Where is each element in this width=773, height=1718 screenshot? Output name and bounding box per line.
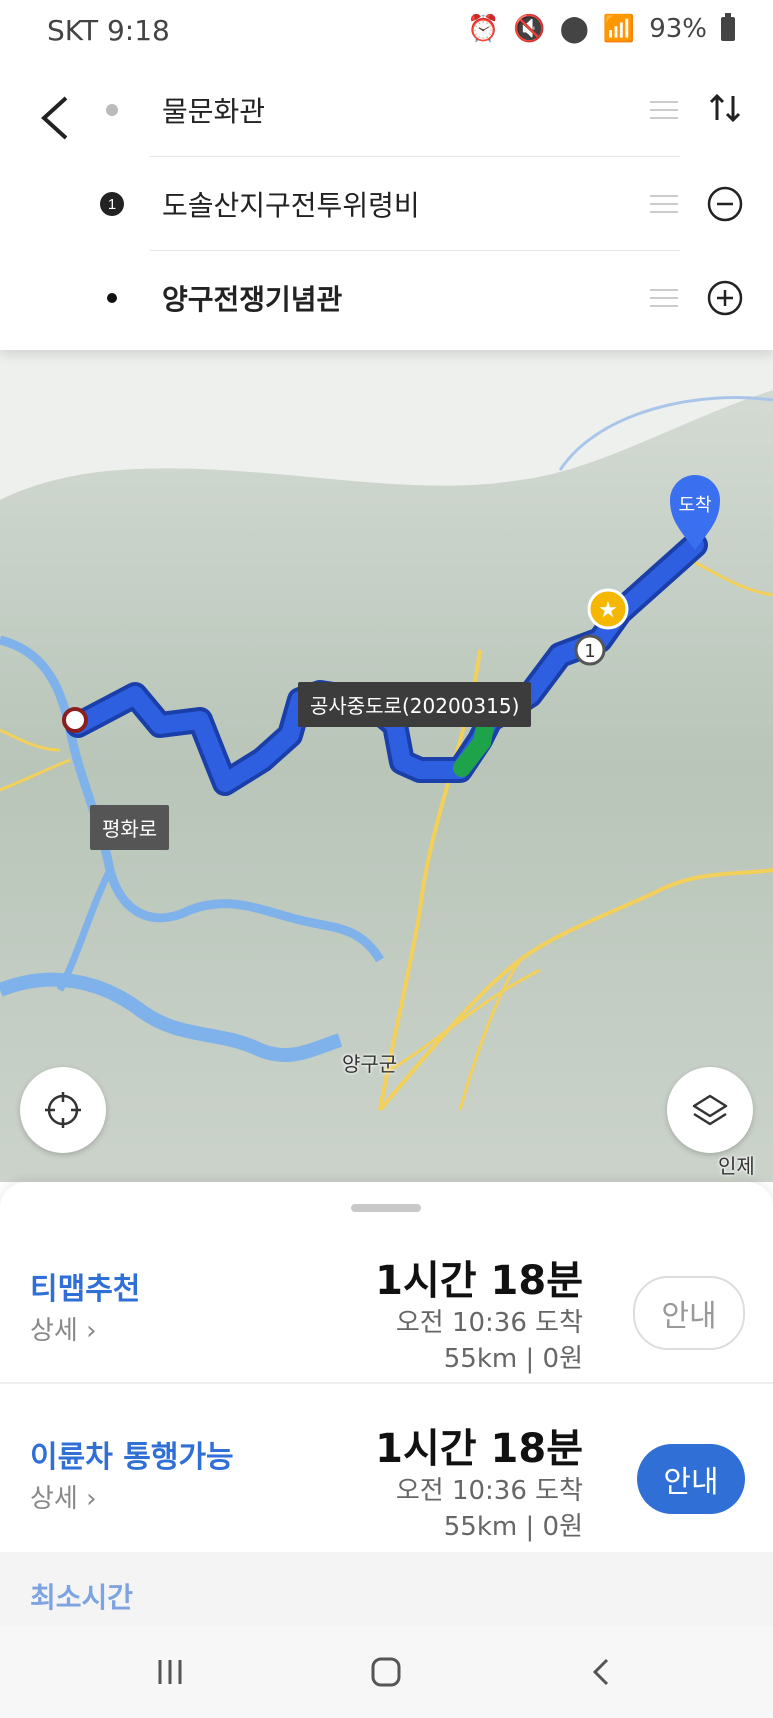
construction-tag: 공사중도로(20200315)	[298, 682, 532, 727]
destination-dot-icon	[107, 293, 117, 303]
waypoint-row[interactable]: 1 도솔산지구전투위령비	[100, 158, 690, 250]
route-option-tmap[interactable]: 티맵추천 상세 › 1시간 18분 오전 10:36 도착 55km | 0원 …	[0, 1242, 773, 1382]
status-time: SKT 9:18	[47, 14, 170, 47]
guide-button[interactable]: 안내	[633, 1276, 745, 1350]
option-name: 티맵추천	[30, 1272, 141, 1307]
crosshair-icon	[45, 1092, 81, 1128]
plus-circle-icon	[707, 280, 743, 316]
mute-icon: 🔇	[513, 14, 546, 44]
option-distance-toll: 55km | 0원	[443, 1344, 583, 1374]
route-editor: 물문화관 1 도솔산지구전투위령비 양구전쟁기념관	[0, 64, 773, 350]
alarm-icon: ⏰	[466, 14, 500, 44]
map-layers-button[interactable]	[667, 1067, 753, 1153]
origin-label: 물문화관	[162, 95, 266, 128]
option-duration: 1시간 18분	[375, 1426, 583, 1472]
waypoint-marker-number: 1	[584, 641, 595, 662]
svg-text:★: ★	[598, 598, 618, 623]
minus-circle-icon	[707, 186, 743, 222]
battery-icon	[721, 13, 735, 41]
option-eta: 오전 10:36 도착	[395, 1476, 583, 1506]
status-bar: SKT 9:18 ⏰ 🔇 ⬤ 📶 93%	[0, 0, 773, 64]
town-label: 양구군	[342, 1052, 398, 1076]
drag-handle-icon[interactable]	[650, 100, 678, 120]
option-detail-link[interactable]: 상세 ›	[30, 1310, 97, 1347]
origin-row[interactable]: 물문화관	[100, 64, 690, 156]
option-distance-toll: 55km | 0원	[443, 1512, 583, 1542]
add-waypoint-button[interactable]	[707, 280, 743, 316]
battery-text: 93%	[649, 14, 707, 44]
destination-label: 양구전쟁기념관	[162, 283, 343, 316]
guide-button[interactable]: 안내	[637, 1444, 745, 1514]
remove-waypoint-button[interactable]	[707, 186, 743, 222]
more-options-peek[interactable]: 최소시간	[0, 1552, 773, 1626]
drag-handle-icon[interactable]	[650, 194, 678, 214]
waypoint-label: 도솔산지구전투위령비	[162, 189, 420, 222]
option-name: 이륜차 통행가능	[30, 1440, 234, 1475]
waypoint-badge-icon: 1	[100, 192, 124, 216]
location-icon: ⬤	[559, 14, 589, 44]
option-divider	[0, 1382, 773, 1384]
edge-town-label: 인제군	[718, 1154, 755, 1178]
route-map[interactable]: ★ 1 도착 공사중도로(20200315) 평화로 양구군 인제군	[0, 350, 773, 1182]
swap-arrows-icon	[709, 93, 741, 123]
current-location-button[interactable]	[20, 1067, 106, 1153]
system-nav-bar	[0, 1626, 773, 1718]
road-tag: 평화로	[90, 805, 170, 850]
origin-dot-icon	[106, 104, 118, 116]
back-arrow-icon	[592, 1658, 609, 1686]
recents-button[interactable]	[140, 1646, 200, 1698]
option-detail-link[interactable]: 상세 ›	[30, 1478, 97, 1515]
chevron-left-icon	[41, 96, 68, 140]
peek-option-name: 최소시간	[30, 1581, 134, 1614]
wifi-icon: 📶	[602, 14, 636, 44]
system-back-button[interactable]	[572, 1646, 632, 1698]
sheet-grip[interactable]	[351, 1204, 421, 1212]
option-duration: 1시간 18분	[375, 1258, 583, 1304]
waypoint-badge-number: 1	[108, 196, 116, 213]
recents-icon	[158, 1660, 182, 1684]
home-button[interactable]	[356, 1646, 416, 1698]
arrival-pin-label: 도착	[678, 495, 711, 516]
row-divider	[150, 250, 680, 251]
route-option-motorcycle[interactable]: 이륜차 통행가능 상세 › 1시간 18분 오전 10:36 도착 55km |…	[0, 1410, 773, 1550]
back-button[interactable]	[30, 90, 86, 146]
option-eta: 오전 10:36 도착	[395, 1308, 583, 1338]
status-icons: ⏰ 🔇 ⬤ 📶 93%	[466, 13, 735, 44]
swap-button[interactable]	[707, 90, 743, 126]
destination-row[interactable]: 양구전쟁기념관	[100, 252, 690, 344]
layers-icon	[692, 1094, 728, 1126]
drag-handle-icon[interactable]	[650, 288, 678, 308]
home-icon	[371, 1657, 401, 1687]
start-marker	[62, 707, 88, 733]
row-divider	[150, 156, 680, 157]
